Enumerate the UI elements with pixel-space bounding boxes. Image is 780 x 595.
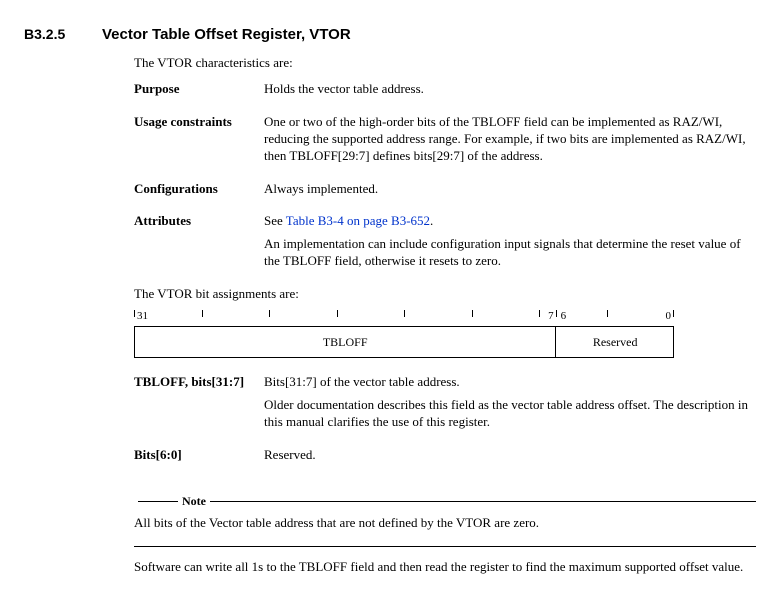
field-reserved: Reserved xyxy=(556,327,674,357)
note-para-1: All bits of the Vector table address tha… xyxy=(134,515,756,532)
label-purpose: Purpose xyxy=(134,81,264,104)
usage-text: One or two of the high-order bits of the… xyxy=(264,114,756,165)
tbloff-p2: Older documentation describes this field… xyxy=(264,397,756,431)
bf-term-tbloff: TBLOFF, bits[31:7] xyxy=(134,374,264,437)
row-config: Configurations Always implemented. xyxy=(134,181,756,204)
config-text: Always implemented. xyxy=(264,181,756,198)
bit-label-7: 7 xyxy=(548,310,554,322)
bf-row-reserved: Bits[6:0] Reserved. xyxy=(134,447,756,470)
row-purpose: Purpose Holds the vector table address. xyxy=(134,81,756,104)
note-rule-right xyxy=(210,501,756,502)
label-attributes: Attributes xyxy=(134,213,264,276)
note-heading-row: Note xyxy=(134,494,756,509)
bf-def-reserved: Reserved. xyxy=(264,447,756,470)
row-usage: Usage constraints One or two of the high… xyxy=(134,114,756,171)
intro-text: The VTOR characteristics are: xyxy=(134,55,756,71)
tbloff-p1: Bits[31:7] of the vector table address. xyxy=(264,374,756,391)
note-rule-left xyxy=(138,501,178,502)
field-tbloff: TBLOFF xyxy=(135,327,556,357)
purpose-text: Holds the vector table address. xyxy=(264,81,756,98)
label-usage: Usage constraints xyxy=(134,114,264,171)
attributes-extra: An implementation can include configurat… xyxy=(264,236,756,270)
page: B3.2.5 Vector Table Offset Register, VTO… xyxy=(0,0,780,595)
def-usage: One or two of the high-order bits of the… xyxy=(264,114,756,171)
bit-intro: The VTOR bit assignments are: xyxy=(134,286,756,302)
footnote-text: Software can write all 1s to the TBLOFF … xyxy=(134,559,756,576)
note-rule-bottom xyxy=(134,546,756,547)
row-attributes: Attributes See Table B3-4 on page B3-652… xyxy=(134,213,756,276)
bit-ruler: 31 7 6 0 xyxy=(134,310,674,326)
bitfield-descriptions: TBLOFF, bits[31:7] Bits[31:7] of the vec… xyxy=(134,374,756,470)
note-body: All bits of the Vector table address tha… xyxy=(134,515,756,532)
bit-label-0: 0 xyxy=(666,310,672,322)
bf-row-tbloff: TBLOFF, bits[31:7] Bits[31:7] of the vec… xyxy=(134,374,756,437)
bf-term-reserved: Bits[6:0] xyxy=(134,447,264,470)
def-purpose: Holds the vector table address. xyxy=(264,81,756,104)
bit-label-31: 31 xyxy=(137,310,148,322)
section-title: Vector Table Offset Register, VTOR xyxy=(102,26,351,43)
attributes-see: See Table B3-4 on page B3-652. xyxy=(264,213,756,230)
see-prefix: See xyxy=(264,213,286,228)
section-heading: B3.2.5 Vector Table Offset Register, VTO… xyxy=(24,26,756,43)
section-number: B3.2.5 xyxy=(24,26,102,42)
label-config: Configurations xyxy=(134,181,264,204)
note-heading: Note xyxy=(182,494,206,509)
reserved-p1: Reserved. xyxy=(264,447,756,464)
def-config: Always implemented. xyxy=(264,181,756,204)
bf-def-tbloff: Bits[31:7] of the vector table address. … xyxy=(264,374,756,437)
note-block: Note All bits of the Vector table addres… xyxy=(134,494,756,547)
section-body: The VTOR characteristics are: Purpose Ho… xyxy=(134,55,756,575)
bit-field-row: TBLOFF Reserved xyxy=(134,326,674,358)
def-attributes: See Table B3-4 on page B3-652. An implem… xyxy=(264,213,756,276)
bit-label-6: 6 xyxy=(561,310,567,322)
see-suffix: . xyxy=(430,213,433,228)
table-link[interactable]: Table B3-4 on page B3-652 xyxy=(286,213,430,228)
bit-diagram: 31 7 6 0 TBLOFF Reserved xyxy=(134,310,674,358)
